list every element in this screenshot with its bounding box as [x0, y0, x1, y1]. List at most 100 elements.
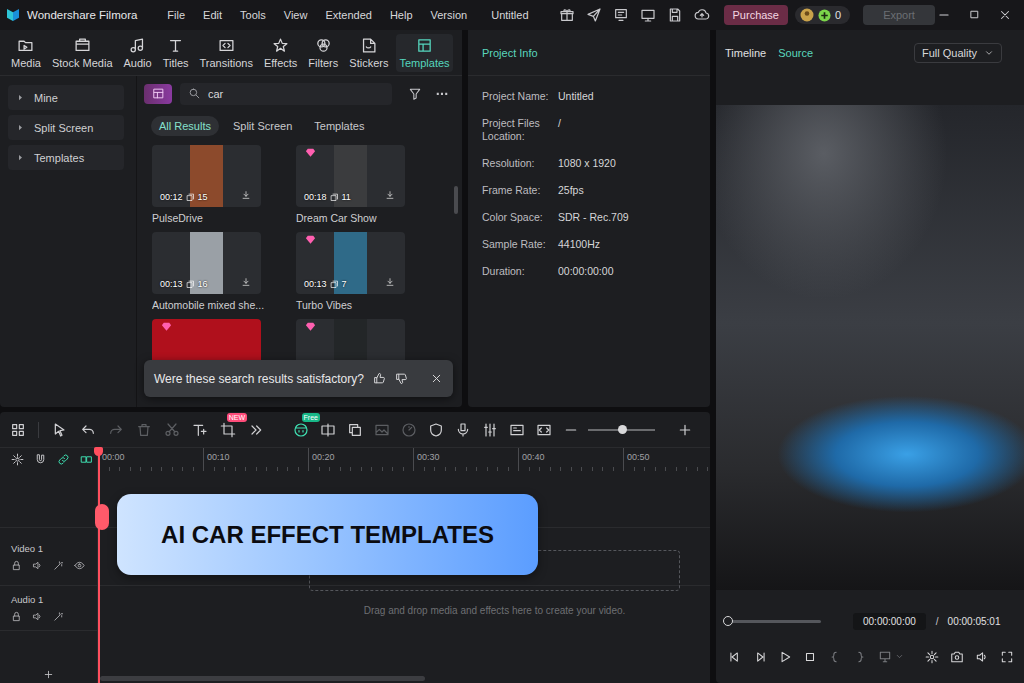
current-time[interactable]: 00:00:00:00: [853, 613, 926, 630]
purchase-button[interactable]: Purchase: [724, 5, 788, 25]
timeline-tool[interactable]: [10, 422, 26, 438]
timeline-option[interactable]: [57, 453, 70, 466]
grid-icon[interactable]: [10, 422, 26, 438]
media-tab[interactable]: Effects: [261, 34, 300, 72]
transitions-icon[interactable]: [218, 37, 235, 54]
template-card[interactable]: 00:12 15 PulseDrive: [152, 145, 261, 225]
trash-icon[interactable]: [136, 422, 152, 438]
timeline-option[interactable]: [34, 453, 47, 466]
title-tool[interactable]: [613, 7, 629, 23]
fullscreen-icon[interactable]: [1000, 650, 1014, 664]
menu-item[interactable]: Edit: [203, 9, 222, 21]
audio-icon[interactable]: [129, 37, 146, 54]
ai-icon[interactable]: [293, 422, 309, 438]
timeline-tool[interactable]: [509, 422, 525, 438]
thumbs-down-icon[interactable]: [395, 372, 408, 385]
timeline-tool[interactable]: [455, 422, 471, 438]
download-icon[interactable]: [385, 190, 395, 200]
timeline-tool[interactable]: [52, 422, 68, 438]
stock-icon[interactable]: [74, 37, 91, 54]
scrollbar[interactable]: [454, 186, 458, 214]
download-icon[interactable]: [241, 190, 251, 200]
template-preview[interactable]: 00:13 7: [296, 232, 405, 294]
stop-icon[interactable]: [803, 650, 817, 664]
stickers-icon[interactable]: [360, 37, 377, 54]
crop-icon[interactable]: [220, 422, 236, 438]
track-control[interactable]: [53, 560, 64, 571]
split-icon[interactable]: [320, 422, 336, 438]
thumbs-up-icon[interactable]: [373, 372, 386, 385]
out-icon[interactable]: [878, 650, 892, 664]
timeline-tool[interactable]: [136, 422, 152, 438]
screen-icon[interactable]: [613, 7, 629, 23]
menu-item[interactable]: File: [167, 9, 185, 21]
sidebar-item[interactable]: Mine: [8, 85, 124, 110]
download-button[interactable]: [241, 190, 251, 200]
play-icon[interactable]: [778, 650, 792, 664]
timeline-tool[interactable]: [482, 422, 498, 438]
timeline-tool[interactable]: [164, 422, 180, 438]
timeline-tool[interactable]: [248, 422, 264, 438]
template-preview[interactable]: 00:13 16: [152, 232, 261, 294]
timeline-tool[interactable]: [677, 422, 693, 438]
zoom-slider[interactable]: [588, 425, 655, 435]
zoom-knob[interactable]: [618, 425, 627, 434]
minimize-icon[interactable]: [937, 8, 951, 22]
track-control[interactable]: [11, 560, 22, 571]
chev-icon[interactable]: [248, 422, 264, 438]
template-preview[interactable]: 00:12 15: [152, 145, 261, 207]
playhead-marker[interactable]: [95, 504, 109, 530]
playback-control[interactable]: [728, 650, 742, 664]
result-tab[interactable]: All Results: [151, 116, 219, 136]
bracel-icon[interactable]: [828, 650, 842, 664]
camera-icon[interactable]: [950, 650, 964, 664]
result-tab[interactable]: Split Screen: [225, 116, 300, 136]
playback-control[interactable]: [925, 650, 939, 664]
menu-item[interactable]: Tools: [240, 9, 266, 21]
media-tab[interactable]: Stock Media: [49, 34, 116, 72]
media-tab[interactable]: Filters: [305, 34, 341, 72]
horizontal-scrollbar[interactable]: [100, 676, 425, 681]
template-preview[interactable]: 00:18 11: [296, 145, 405, 207]
sidebar-item[interactable]: Split Screen: [8, 115, 124, 140]
media-tab[interactable]: Titles: [160, 34, 192, 72]
text-icon[interactable]: [192, 422, 208, 438]
next-icon[interactable]: [753, 650, 767, 664]
media-tab[interactable]: Media: [8, 34, 44, 72]
eye-icon[interactable]: [74, 560, 85, 571]
playback-control[interactable]: [950, 650, 964, 664]
fit-icon[interactable]: [536, 422, 552, 438]
download-button[interactable]: [385, 277, 395, 287]
lock-icon[interactable]: [11, 611, 22, 622]
filter-button[interactable]: [408, 87, 422, 101]
timeline-tool[interactable]: [320, 422, 336, 438]
close-button[interactable]: [998, 8, 1012, 22]
timeline-tool[interactable]: [108, 422, 124, 438]
speaker-icon[interactable]: [975, 650, 989, 664]
media-tab[interactable]: Stickers: [346, 34, 391, 72]
template-card[interactable]: 00:18 11 Dream Car Show: [296, 145, 405, 225]
linkclip-icon[interactable]: [80, 453, 93, 466]
image-icon[interactable]: [374, 422, 390, 438]
save-icon[interactable]: [667, 7, 683, 23]
quality-dropdown[interactable]: Full Quality: [914, 43, 1002, 63]
monitor-icon[interactable]: [640, 7, 656, 23]
timeline-tool[interactable]: Free: [293, 422, 309, 438]
shield-icon[interactable]: [428, 422, 444, 438]
gift-icon[interactable]: [559, 7, 575, 23]
track-control[interactable]: [74, 560, 85, 571]
track-control[interactable]: [11, 611, 22, 622]
download-icon[interactable]: [385, 277, 395, 287]
chevdown-icon[interactable]: [895, 652, 904, 661]
templates-icon[interactable]: [416, 37, 433, 54]
lock-icon[interactable]: [11, 560, 22, 571]
preview-tab[interactable]: Timeline: [725, 47, 766, 59]
title-tool[interactable]: [640, 7, 656, 23]
playback-control[interactable]: [895, 652, 904, 661]
playhead[interactable]: [98, 447, 100, 683]
add-track-button[interactable]: [43, 669, 54, 680]
playback-slider[interactable]: [728, 615, 821, 627]
close-icon[interactable]: [430, 372, 443, 385]
search-field[interactable]: car: [180, 83, 392, 105]
speaker-icon[interactable]: [32, 611, 43, 622]
